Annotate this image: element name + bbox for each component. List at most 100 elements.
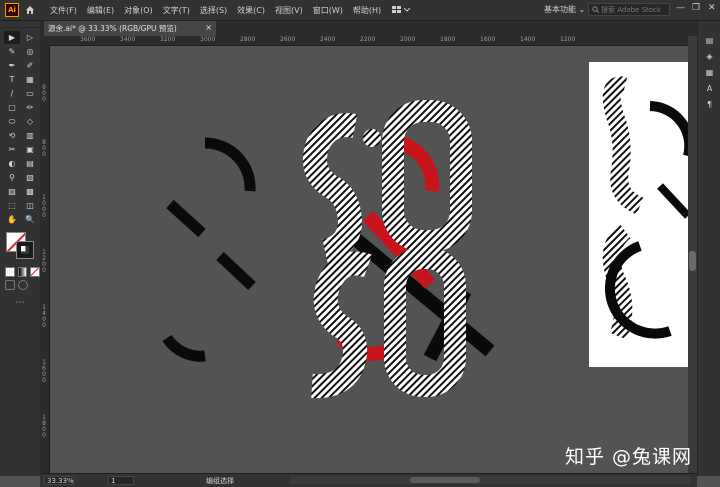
menu-type[interactable]: 文字(T) (163, 5, 190, 16)
stock-search-input[interactable]: 搜索 Adobe Stock (588, 3, 670, 16)
ruler-tick: 800 (42, 139, 46, 158)
chevron-down-icon (404, 8, 411, 12)
document-tab-bar: 源余.ai* @ 33.33% (RGB/GPU 预览) × (40, 21, 720, 36)
stroke-swatch[interactable] (16, 241, 34, 259)
blob-brush-tool-icon[interactable]: ⬭ (4, 115, 20, 128)
menu-window[interactable]: 窗口(W) (313, 5, 343, 16)
pencil-tool-icon[interactable]: ✏ (22, 101, 38, 114)
artboard-canvas[interactable] (50, 46, 688, 473)
menu-select[interactable]: 选择(S) (200, 5, 227, 16)
workspace-chevron-icon: ⌄ (578, 5, 586, 14)
panel-grip[interactable] (0, 21, 40, 28)
ruler-tick: 1800 (42, 414, 46, 439)
current-tool-label[interactable]: 编组选择 (206, 476, 234, 486)
right-panel-dock: ▤ ◈ ▦ A ¶ (697, 21, 720, 476)
arrange-documents-button[interactable] (392, 6, 411, 14)
home-icon[interactable] (23, 3, 37, 17)
search-icon (592, 6, 599, 13)
ruler-tick: 2400 (320, 36, 336, 43)
ruler-tick: 3000 (200, 36, 216, 43)
paintbrush-tool-icon[interactable]: ▢ (4, 101, 20, 114)
fill-stroke-control[interactable] (4, 230, 40, 264)
properties-panel-icon[interactable]: ▤ (703, 35, 717, 46)
paragraph-panel-icon[interactable]: ¶ (703, 99, 717, 110)
direct-selection-tool-icon[interactable]: ▷ (22, 31, 38, 44)
none-mode-icon[interactable] (30, 267, 41, 277)
shape-builder-tool-icon[interactable]: ◐ (4, 157, 20, 170)
maximize-button[interactable]: ❐ (692, 3, 700, 13)
libraries-panel-icon[interactable]: ▦ (703, 67, 717, 78)
workspace-label: 基本功能 (544, 5, 576, 14)
symbol-sprayer-tool-icon[interactable]: ⬚ (4, 199, 20, 212)
menu-bar: Ai 文件(F) 编辑(E) 对象(O) 文字(T) 选择(S) 效果(C) 视… (0, 0, 720, 21)
gradient-mode-icon[interactable] (17, 267, 28, 277)
draw-mode-icon[interactable] (5, 280, 15, 290)
horizontal-ruler: 3600 3400 3200 3000 2800 2600 2400 2200 … (40, 36, 688, 46)
menu-help[interactable]: 帮助(H) (353, 5, 381, 16)
hand-tool-icon[interactable]: ✋ (4, 213, 20, 226)
touch-type-tool-icon[interactable]: ▦ (22, 73, 38, 86)
menu-edit[interactable]: 编辑(E) (87, 5, 114, 16)
app-logo: Ai (5, 3, 19, 17)
menu-effect[interactable]: 效果(C) (237, 5, 265, 16)
ruler-tick: 1000 (42, 194, 46, 219)
menu-view[interactable]: 视图(V) (275, 5, 303, 16)
close-window-button[interactable]: ✕ (708, 3, 716, 13)
more-tools-icon[interactable]: ⋯ (0, 298, 40, 308)
scale-tool-icon[interactable]: ▥ (22, 129, 38, 142)
curvature-tool-icon[interactable]: ✐ (22, 59, 38, 72)
ruler-tick: 1600 (480, 36, 496, 43)
close-tab-button[interactable]: × (205, 23, 212, 32)
ruler-tick: 3600 (80, 36, 96, 43)
dashed-line-art[interactable] (162, 137, 256, 362)
color-mode-icon[interactable] (5, 267, 15, 277)
eyedropper-tool-icon[interactable]: ▨ (4, 185, 20, 198)
artwork[interactable] (50, 46, 688, 473)
ss-lettering[interactable] (303, 100, 495, 399)
horizontal-scrollbar[interactable] (290, 476, 690, 484)
lasso-tool-icon[interactable]: ◎ (22, 45, 38, 58)
magic-wand-tool-icon[interactable]: ✎ (4, 45, 20, 58)
screen-mode-icon[interactable] (18, 280, 28, 290)
artboard-number-field[interactable]: 1 (108, 476, 134, 485)
document-tab[interactable]: 源余.ai* @ 33.33% (RGB/GPU 预览) × (44, 21, 216, 36)
tools-panel: ▶ ▷ ✎ ◎ ✒ ✐ T ▦ / ▭ ▢ ✏ ⬭ ◇ ⟲ ▥ ✂ ▣ ◐ ▤ … (0, 21, 41, 476)
workspace-switcher[interactable]: 基本功能 ⌄ (544, 4, 585, 15)
pen-tool-icon[interactable]: ✒ (4, 59, 20, 72)
perspective-grid-tool-icon[interactable]: ▤ (22, 157, 38, 170)
rotate-tool-icon[interactable]: ⟲ (4, 129, 20, 142)
menu-file[interactable]: 文件(F) (50, 5, 77, 16)
minimize-button[interactable]: — (676, 3, 685, 13)
ruler-tick: 2000 (400, 36, 416, 43)
ruler-tick: 1800 (440, 36, 456, 43)
gradient-tool-icon[interactable]: ▧ (22, 171, 38, 184)
zoom-level-field[interactable]: 33.33% (44, 476, 74, 485)
zoom-tool-icon[interactable]: 🔍 (22, 213, 38, 226)
ruler-tick: 1400 (520, 36, 536, 43)
vertical-ruler: 600 800 1000 1200 1400 1600 1800 (40, 45, 50, 473)
blend-tool-icon[interactable]: ▩ (22, 185, 38, 198)
rectangle-tool-icon[interactable]: ▭ (22, 87, 38, 100)
vertical-scrollbar[interactable] (688, 36, 697, 473)
free-transform-tool-icon[interactable]: ▣ (22, 143, 38, 156)
document-tab-title: 源余.ai* @ 33.33% (RGB/GPU 预览) (48, 24, 177, 33)
vertical-scroll-thumb[interactable] (689, 251, 696, 271)
ruler-tick: 1600 (42, 359, 46, 384)
ruler-tick: 600 (42, 84, 46, 103)
type-tool-icon[interactable]: T (4, 73, 20, 86)
status-bar: 33.33% 1 编组选择 (40, 473, 697, 487)
search-placeholder: 搜索 Adobe Stock (601, 5, 661, 14)
ruler-tick: 1200 (42, 249, 46, 274)
line-tool-icon[interactable]: / (4, 87, 20, 100)
eraser-tool-icon[interactable]: ◇ (22, 115, 38, 128)
mesh-tool-icon[interactable]: ⚲ (4, 171, 20, 184)
column-graph-tool-icon[interactable]: ◫ (22, 199, 38, 212)
menu-object[interactable]: 对象(O) (124, 5, 153, 16)
ruler-tick: 2600 (280, 36, 296, 43)
horizontal-scroll-thumb[interactable] (410, 477, 480, 483)
character-panel-icon[interactable]: A (703, 83, 717, 94)
selection-tool-icon[interactable]: ▶ (4, 31, 20, 44)
width-tool-icon[interactable]: ✂ (4, 143, 20, 156)
layers-panel-icon[interactable]: ◈ (703, 51, 717, 62)
layout-grid-icon (392, 6, 402, 13)
